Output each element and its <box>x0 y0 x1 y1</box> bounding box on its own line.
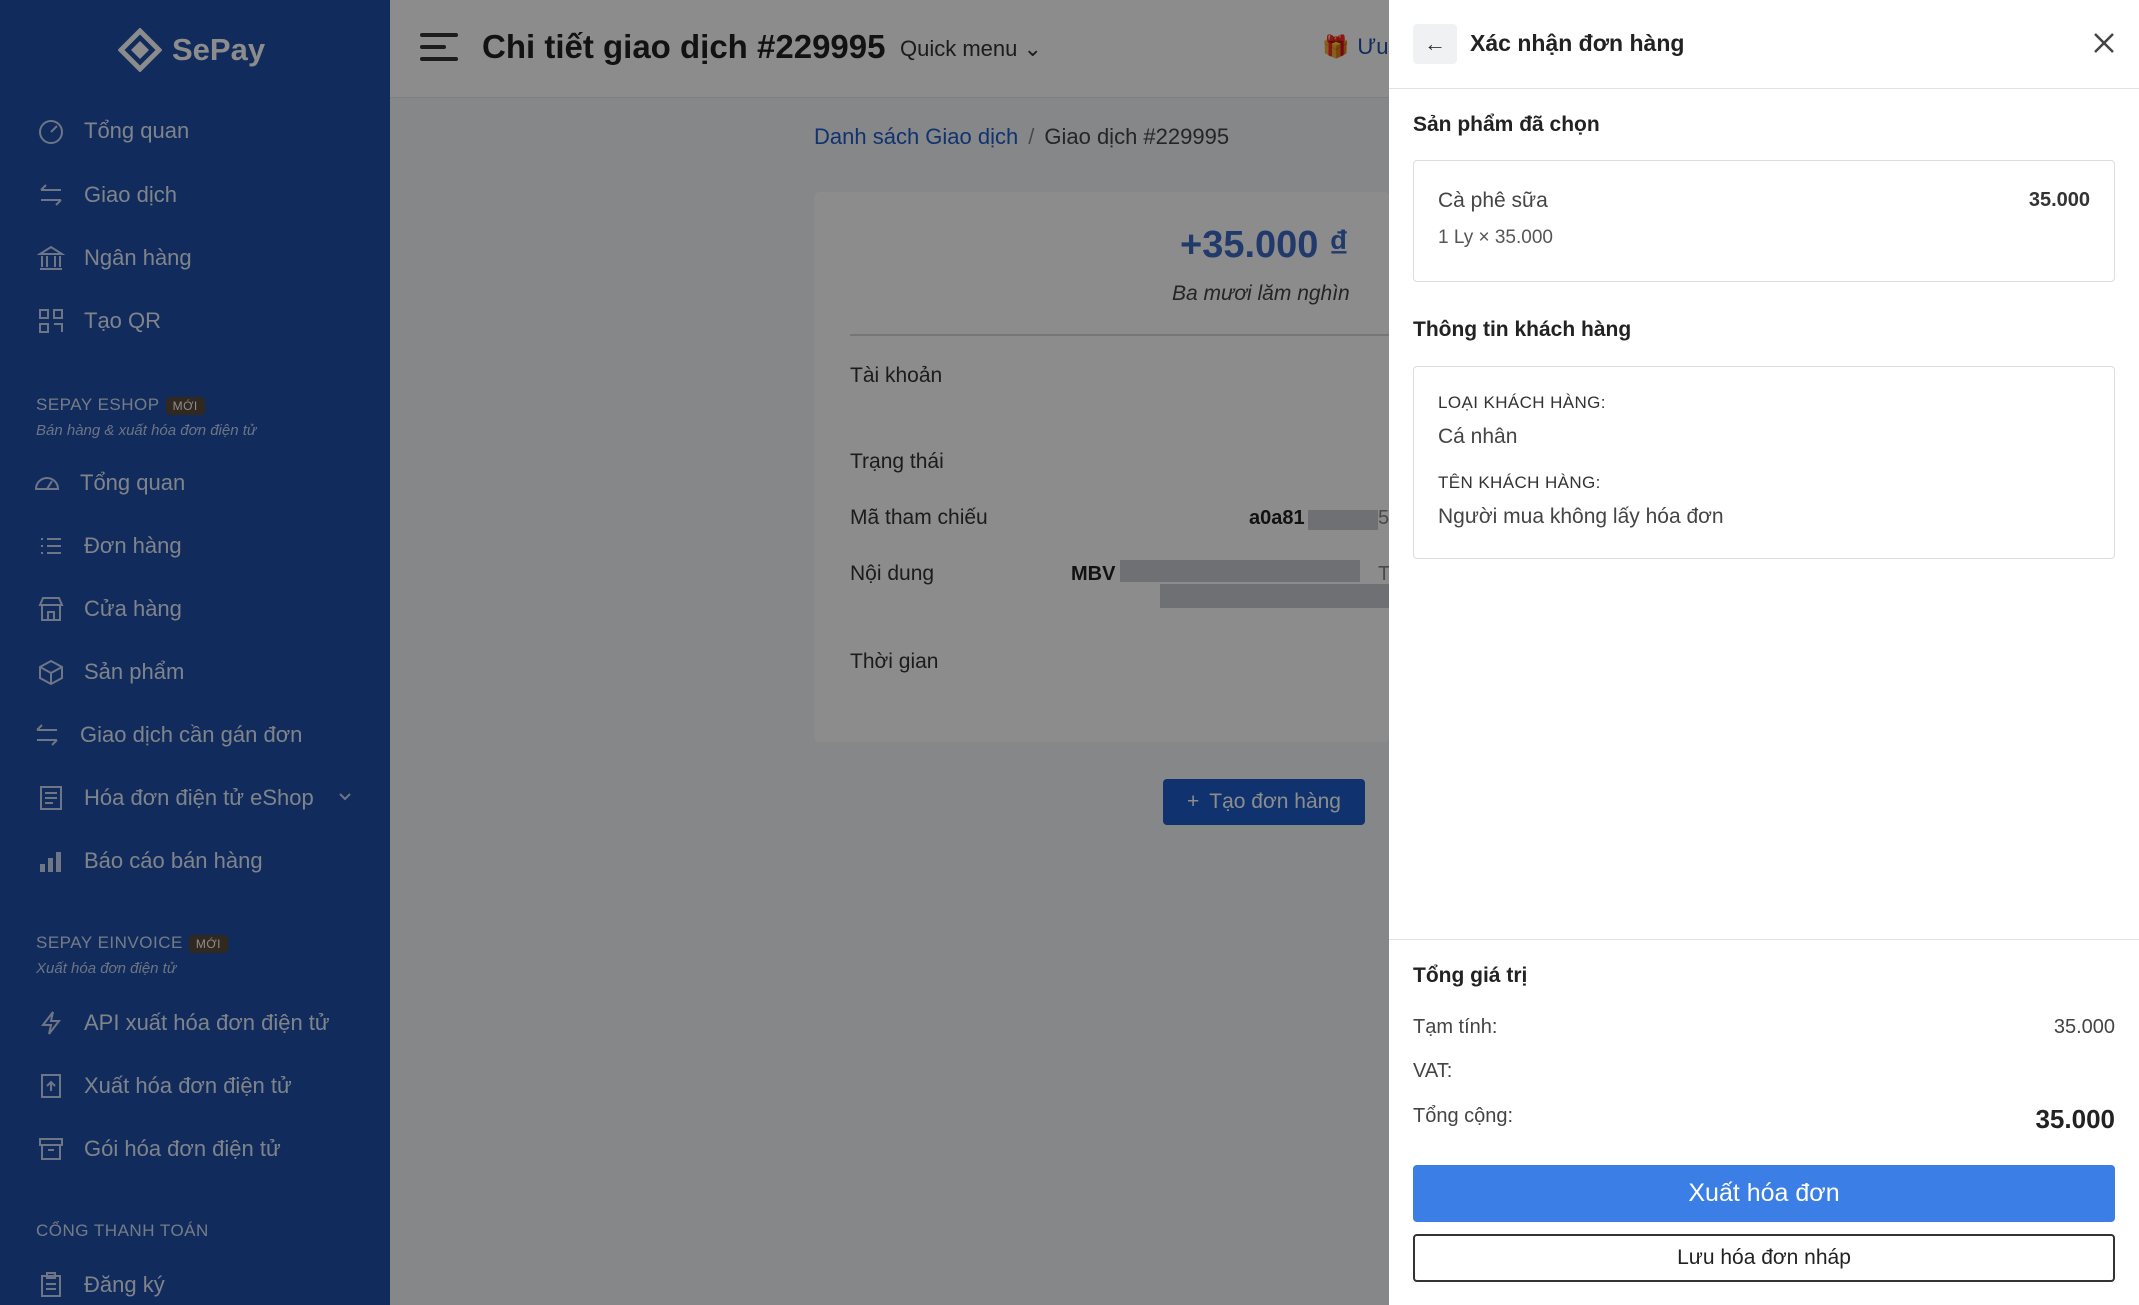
customer-name-value: Người mua không lấy hóa đơn <box>1438 505 1724 528</box>
product-name: Cà phê sữa <box>1438 189 1548 212</box>
back-arrow-icon[interactable]: ← <box>1413 24 1457 64</box>
customer-card: LOẠI KHÁCH HÀNG: Cá nhân TÊN KHÁCH HÀNG:… <box>1413 366 2115 559</box>
customer-info-title: Thông tin khách hàng <box>1413 318 1632 341</box>
customer-type-value: Cá nhân <box>1438 425 1518 448</box>
customer-type-label: LOẠI KHÁCH HÀNG: <box>1438 393 1606 412</box>
subtotal-value: 35.000 <box>2053 1016 2115 1038</box>
issue-invoice-button[interactable]: Xuất hóa đơn <box>1413 1165 2115 1222</box>
drawer-header: ← Xác nhận đơn hàng <box>1389 0 2139 89</box>
drawer-title: Xác nhận đơn hàng <box>1470 30 1685 56</box>
order-confirmation-drawer: ← Xác nhận đơn hàng Sản phẩm đã chọn Cà … <box>1389 0 2139 1305</box>
modal-backdrop[interactable] <box>0 0 1390 1305</box>
divider <box>1389 939 2139 940</box>
summary-title: Tổng giá trị <box>1413 964 1528 987</box>
product-card: Cà phê sữa 35.000 1 Ly × 35.000 <box>1413 160 2115 282</box>
save-draft-invoice-button[interactable]: Lưu hóa đơn nháp <box>1413 1234 2115 1282</box>
product-price: 35.000 <box>2028 189 2090 211</box>
subtotal-label: Tạm tính: <box>1413 1016 1498 1038</box>
vat-label: VAT: <box>1413 1060 1453 1082</box>
product-quantity: 1 Ly × 35.000 <box>1438 227 1553 248</box>
total-label: Tổng cộng: <box>1413 1105 1514 1127</box>
close-icon[interactable] <box>2089 28 2119 58</box>
total-value: 35.000 <box>2035 1104 2115 1134</box>
selected-products-title: Sản phẩm đã chọn <box>1413 113 1600 136</box>
customer-name-label: TÊN KHÁCH HÀNG: <box>1438 473 1601 492</box>
